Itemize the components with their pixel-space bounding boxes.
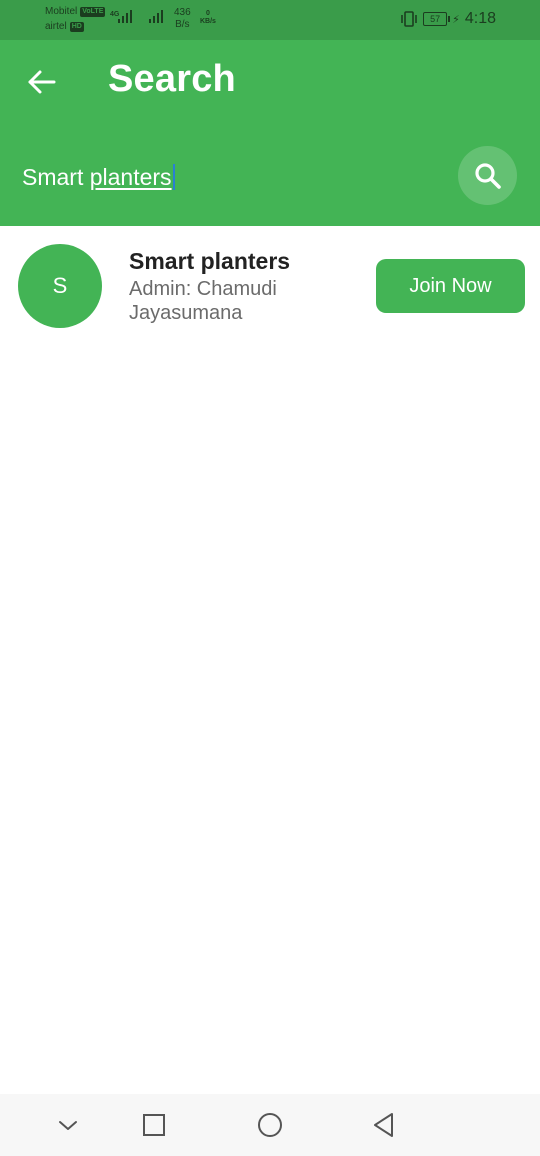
kb-unit: KB/s [200,18,216,25]
app-bar: Search Smart planters [0,40,540,226]
list-item[interactable]: S Smart planters Admin: Chamudi Jayasuma… [0,226,540,346]
carrier-2-name: airtel [45,21,67,32]
clock: 4:18 [464,10,496,27]
carrier-1-name: Mobitel [45,6,78,17]
search-query-part1: Smart [22,163,90,190]
volte-badge: VoLTE [80,6,106,17]
battery-icon: 57 [423,12,451,26]
speed-value: 436 [174,7,191,18]
circle-icon [258,1113,282,1137]
carrier-info: Mobitel VoLTE airtel HD [45,4,106,34]
nav-home-button[interactable] [254,1109,286,1141]
network-speed: 436 B/s [174,7,191,31]
hd-badge: HD [69,21,84,32]
group-name: Smart planters [129,248,291,274]
back-button[interactable] [22,62,62,102]
search-query-part2: planters [89,163,172,190]
battery-level: 57 [430,14,441,24]
magnifier-icon [474,162,501,189]
signal-2-icon [149,10,163,23]
system-nav-bar [0,1094,540,1156]
nav-recents-button[interactable] [138,1109,170,1141]
nav-hide-button[interactable] [52,1109,84,1141]
signal-1-icon [118,10,132,23]
kb-speed: 0 KB/s [200,10,216,26]
join-now-button[interactable]: Join Now [376,259,525,313]
status-right: 57 ⚡ 4:18 [400,10,496,28]
kb-value: 0 [206,10,210,17]
arrow-left-icon [28,70,56,94]
square-icon [143,1114,165,1136]
chevron-down-icon [59,1121,77,1130]
triangle-back-icon [374,1113,393,1137]
search-button[interactable] [458,146,517,205]
group-admin: Admin: Chamudi Jayasumana [129,278,277,324]
status-bar: Mobitel VoLTE airtel HD 4G 436 B/s 0 KB/… [0,0,540,40]
charging-icon: ⚡ [452,13,460,26]
search-input[interactable]: Smart planters [22,160,422,194]
avatar: S [18,244,102,328]
page-title: Search [108,58,236,100]
vibrate-icon [401,11,417,27]
speed-unit: B/s [175,19,190,30]
nav-back-button[interactable] [368,1109,400,1141]
text-caret [172,164,175,190]
